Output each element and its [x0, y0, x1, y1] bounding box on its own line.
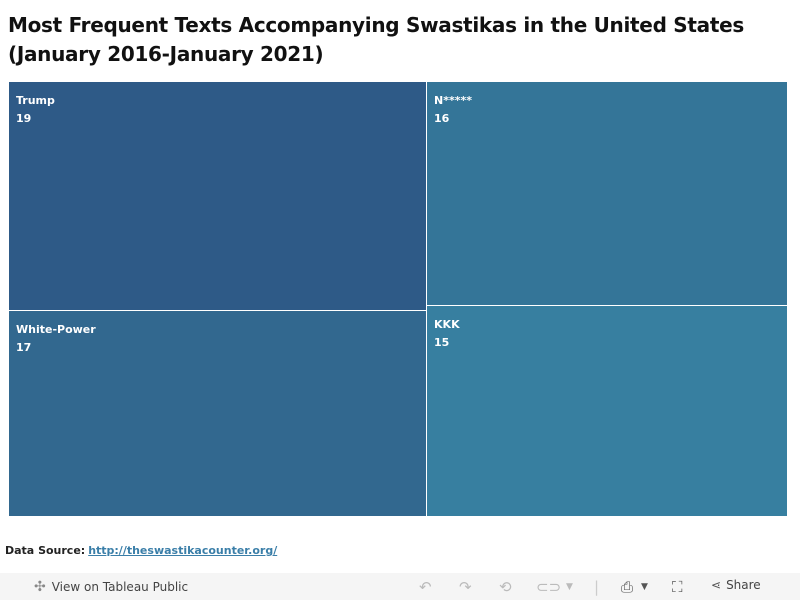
chart-title: Most Frequent Texts Accompanying Swastik… — [8, 13, 744, 66]
treemap-cell-trump[interactable]: Trump 19 — [9, 82, 427, 311]
cell-label: White-Power 17 — [16, 321, 96, 357]
cell-label: KKK 15 — [434, 316, 460, 352]
tableau-logo-icon: ✣ — [34, 579, 46, 595]
cell-label: N***** 16 — [434, 92, 472, 128]
cell-value: 15 — [434, 336, 450, 349]
data-source: Data Source: http://theswastikacounter.or… — [5, 544, 277, 557]
cell-category: White-Power — [16, 323, 96, 337]
toolbar-divider: | — [594, 578, 600, 596]
revert-icon[interactable]: ⟲ — [499, 578, 512, 596]
refresh-dropdown-icon[interactable]: ▼ — [566, 582, 573, 592]
download-dropdown-icon[interactable]: ▼ — [641, 582, 648, 592]
undo-icon[interactable]: ↶ — [419, 578, 432, 596]
refresh-icon[interactable]: ⊂⊃ — [536, 578, 561, 596]
tableau-toolbar: ✣ View on Tableau Public ↶ ↷ ⟲ ⊂⊃ ▼ | ⎙ … — [0, 573, 800, 600]
view-on-tableau-label: View on Tableau Public — [51, 580, 189, 594]
data-source-label: Data Source: — [5, 544, 86, 557]
data-source-link[interactable]: http://theswastikacounter.org/ — [88, 544, 277, 557]
cell-value: 17 — [16, 341, 32, 355]
treemap: Trump 19 White-Power 17 N***** 16 KKK 15 — [9, 82, 787, 516]
cell-category: KKK — [434, 318, 460, 331]
fullscreen-icon[interactable]: ⛶ — [672, 578, 683, 596]
treemap-cell-white-power[interactable]: White-Power 17 — [9, 311, 427, 516]
share-label: Share — [726, 578, 761, 592]
cell-value: 19 — [16, 112, 32, 125]
redo-icon[interactable]: ↷ — [459, 578, 472, 596]
treemap-cell-kkk[interactable]: KKK 15 — [427, 306, 787, 516]
cell-value: 16 — [434, 112, 450, 125]
cell-category: Trump — [16, 94, 55, 107]
treemap-cell-n[interactable]: N***** 16 — [427, 82, 787, 305]
view-on-tableau-button[interactable]: ✣ View on Tableau Public — [34, 579, 188, 595]
cell-label: Trump 19 — [16, 92, 55, 128]
cell-category: N***** — [434, 94, 472, 107]
share-button[interactable]: ⋖ Share — [711, 578, 761, 592]
download-icon[interactable]: ⎙ — [621, 578, 633, 596]
share-icon: ⋖ — [711, 578, 722, 592]
